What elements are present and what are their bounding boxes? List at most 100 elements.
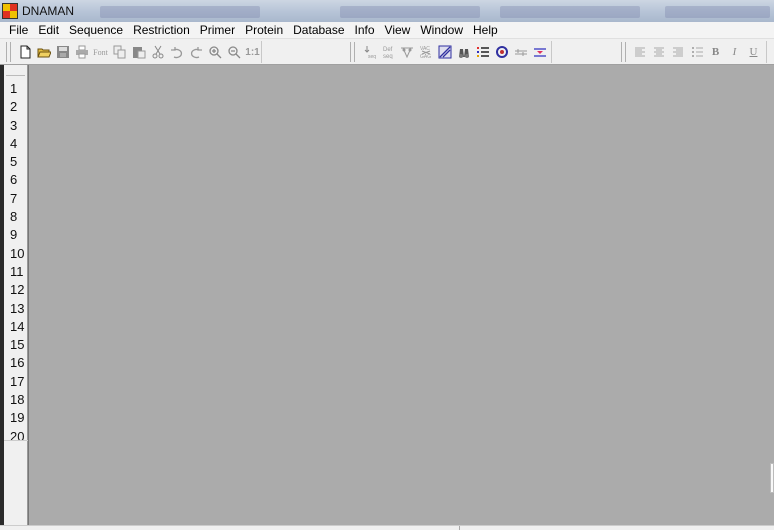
svg-text:seq: seq xyxy=(383,54,393,59)
svg-text:GAG: GAG xyxy=(420,54,431,59)
new-document-button[interactable] xyxy=(15,43,34,61)
menu-file[interactable]: File xyxy=(4,23,33,37)
toolbar-grip[interactable] xyxy=(621,42,626,62)
window-number-item[interactable]: 6 xyxy=(4,171,27,189)
sequence-icon: seq xyxy=(364,46,376,59)
graphic-map-button[interactable] xyxy=(511,43,530,61)
primer-design-icon xyxy=(533,48,546,57)
window-number-item[interactable]: 9 xyxy=(4,226,27,244)
toolbar-grip[interactable] xyxy=(350,42,355,62)
alignment-button[interactable]: VAC GAG xyxy=(416,43,435,61)
zoom-out-icon xyxy=(227,46,240,59)
zoom-in-button[interactable] xyxy=(205,43,224,61)
plasmid-icon xyxy=(495,46,508,58)
align-left-button[interactable] xyxy=(630,43,649,61)
sidebar-header xyxy=(6,67,25,76)
scrollbar-stub[interactable] xyxy=(770,463,774,493)
bold-button[interactable]: B xyxy=(706,43,725,61)
copy-button[interactable] xyxy=(110,43,129,61)
window-number-item[interactable]: 5 xyxy=(4,153,27,171)
align-center-button[interactable] xyxy=(649,43,668,61)
svg-text:Def: Def xyxy=(383,47,393,53)
redo-button[interactable] xyxy=(186,43,205,61)
menu-window[interactable]: Window xyxy=(415,23,468,37)
print-button[interactable] xyxy=(72,43,91,61)
menu-restriction[interactable]: Restriction xyxy=(128,23,195,37)
window-number-item[interactable]: 19 xyxy=(4,409,27,427)
toolbar-format-group: B I U xyxy=(621,40,763,64)
menu-view[interactable]: View xyxy=(380,23,416,37)
menu-info[interactable]: Info xyxy=(350,23,380,37)
open-folder-button[interactable] xyxy=(34,43,53,61)
window-number-item[interactable]: 2 xyxy=(4,98,27,116)
window-number-item[interactable]: 11 xyxy=(4,263,27,281)
find-button[interactable] xyxy=(454,43,473,61)
window-list-sidebar: 1 2 3 4 5 6 7 8 9 10 11 12 13 14 15 16 1… xyxy=(4,65,28,525)
define-sequence-button[interactable]: Def seq xyxy=(378,43,397,61)
align-right-icon xyxy=(672,47,683,57)
binoculars-icon xyxy=(458,49,469,58)
window-number-item[interactable]: 18 xyxy=(4,391,27,409)
menu-database[interactable]: Database xyxy=(288,23,349,37)
toolbar-separator xyxy=(766,41,767,63)
app-title: DNAMAN xyxy=(22,4,75,18)
zoom-in-icon xyxy=(208,46,221,59)
menu-primer[interactable]: Primer xyxy=(195,23,240,37)
list-button[interactable] xyxy=(473,43,492,61)
window-number-item[interactable]: 12 xyxy=(4,281,27,299)
window-number-item[interactable]: 14 xyxy=(4,318,27,336)
sequence-button[interactable]: seq xyxy=(359,43,378,61)
graphic-map-icon xyxy=(514,49,527,56)
status-divider xyxy=(459,526,460,530)
window-number-item[interactable]: 3 xyxy=(4,117,27,135)
list-icon xyxy=(476,47,489,57)
dot-matrix-icon xyxy=(438,45,451,59)
new-document-icon xyxy=(20,45,30,59)
actual-size-button[interactable]: 1:1 xyxy=(243,43,262,61)
window-number-item[interactable]: 4 xyxy=(4,135,27,153)
align-right-button[interactable] xyxy=(668,43,687,61)
menu-help[interactable]: Help xyxy=(468,23,503,37)
plasmid-map-button[interactable] xyxy=(492,43,511,61)
font-button[interactable]: Font xyxy=(91,43,110,61)
window-number-item[interactable]: 8 xyxy=(4,208,27,226)
menu-sequence[interactable]: Sequence xyxy=(64,23,128,37)
primer-design-button[interactable] xyxy=(530,43,549,61)
toolbar-grip[interactable] xyxy=(6,42,11,62)
window-number-item[interactable]: 16 xyxy=(4,354,27,372)
bullets-button[interactable] xyxy=(687,43,706,61)
menu-edit[interactable]: Edit xyxy=(33,23,64,37)
paste-button[interactable] xyxy=(129,43,148,61)
window-number-item[interactable]: 20 xyxy=(4,428,27,446)
window-number-item[interactable]: 15 xyxy=(4,336,27,354)
underline-icon: U xyxy=(749,46,758,58)
underline-button[interactable]: U xyxy=(744,43,763,61)
undo-button[interactable] xyxy=(167,43,186,61)
define-sequence-icon: Defseq xyxy=(383,47,393,59)
window-number-item[interactable]: 1 xyxy=(4,80,27,98)
dot-matrix-button[interactable] xyxy=(435,43,454,61)
save-icon xyxy=(56,46,69,58)
restriction-map-button[interactable] xyxy=(397,43,416,61)
font-icon: Font xyxy=(93,47,108,57)
alignment-icon: VACGAG xyxy=(420,46,431,59)
scissors-icon xyxy=(152,45,163,59)
window-number-item[interactable]: 7 xyxy=(4,190,27,208)
window-number-item[interactable]: 13 xyxy=(4,300,27,318)
bold-icon: B xyxy=(711,46,720,58)
toolbar: Font 1:1 seq Def seq VAC GAG B I U xyxy=(0,39,774,65)
save-button[interactable] xyxy=(53,43,72,61)
italic-button[interactable]: I xyxy=(725,43,744,61)
window-number-item[interactable]: 10 xyxy=(4,245,27,263)
redo-icon xyxy=(190,47,202,59)
window-number-item[interactable]: 17 xyxy=(4,373,27,391)
menu-bar: File Edit Sequence Restriction Primer Pr… xyxy=(0,22,774,39)
zoom-out-button[interactable] xyxy=(224,43,243,61)
sidebar-divider xyxy=(4,440,28,441)
copy-icon xyxy=(113,45,125,59)
italic-icon: I xyxy=(732,46,737,58)
mdi-workspace[interactable] xyxy=(28,65,774,525)
toolbar-sequence-group: seq Def seq VAC GAG xyxy=(350,40,549,64)
menu-protein[interactable]: Protein xyxy=(240,23,288,37)
cut-button[interactable] xyxy=(148,43,167,61)
